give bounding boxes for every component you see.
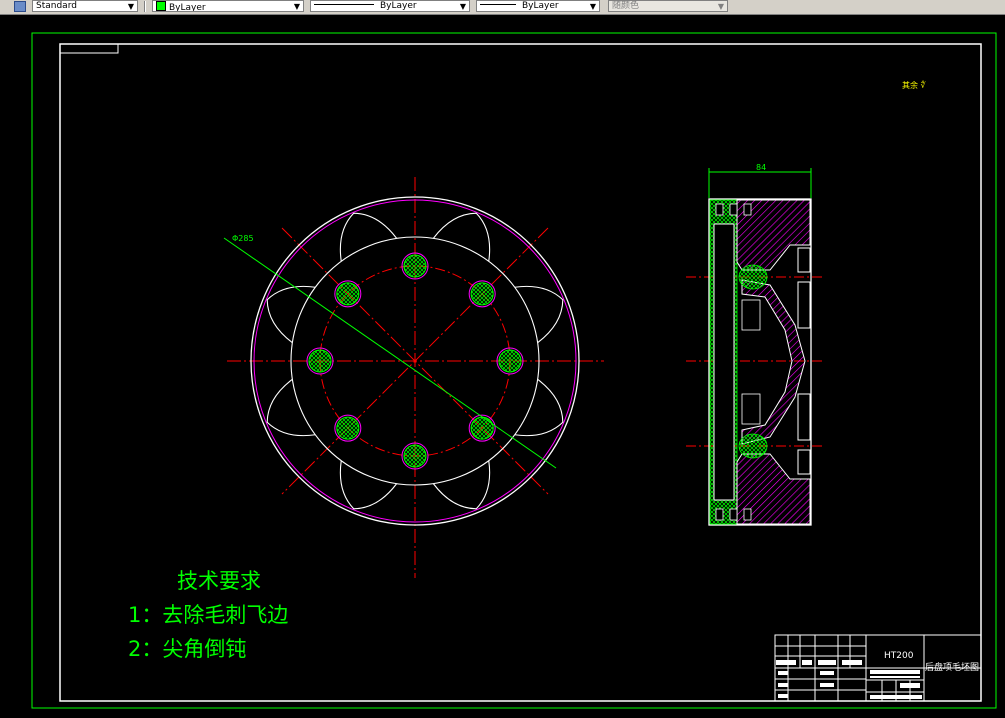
properties-toolbar: Standard ▼ ByLayer ▼ ByLayer ▼ ByLayer ▼…: [0, 0, 1005, 15]
bolt-hole: [401, 442, 429, 470]
lineweight-sample: [480, 4, 516, 5]
cooling-slot: [514, 285, 564, 344]
cooling-slot: [432, 460, 491, 510]
tech-req-item-2: 2：尖角倒钝: [128, 637, 247, 661]
linetype-value: ByLayer: [380, 1, 417, 11]
layer-color-swatch: [156, 1, 166, 11]
plot-style-value: 随颜色: [612, 1, 640, 11]
cooling-slot: [266, 285, 316, 344]
lineweight-value: ByLayer: [522, 1, 559, 11]
diameter-dim-text: Φ285: [232, 234, 254, 243]
bolt-hole: [468, 280, 496, 308]
toolbar-separator: [144, 1, 146, 12]
width-dim-text: 84: [756, 163, 766, 172]
bolt-hole: [496, 347, 524, 375]
cooling-slot: [266, 378, 316, 437]
bolt-hole: [401, 252, 429, 280]
plot-style-dropdown[interactable]: 随颜色 ▼: [608, 0, 728, 12]
title-block-material: HT200: [884, 651, 914, 661]
text-style-dropdown[interactable]: Standard ▼: [32, 0, 138, 12]
text-style-icon[interactable]: [14, 1, 26, 12]
chevron-down-icon: ▼: [459, 2, 466, 11]
left-plate-slot: [713, 223, 735, 501]
side-view: 84: [686, 163, 822, 526]
title-block-part-name: 后盘项毛坯图: [925, 661, 979, 673]
bolt-hole: [306, 347, 334, 375]
front-view: Φ285: [223, 177, 604, 578]
layer-dropdown[interactable]: ByLayer ▼: [152, 0, 304, 12]
bolt-hole: [334, 414, 362, 442]
tech-req-item-1: 1：去除毛刺飞边: [128, 603, 289, 627]
chevron-down-icon: ▼: [127, 2, 134, 11]
chevron-down-icon: ▼: [293, 2, 300, 11]
layer-value: ByLayer: [169, 3, 206, 12]
bolt-hole: [468, 414, 496, 442]
corner-box: [59, 43, 119, 54]
text-style-value: Standard: [36, 1, 77, 11]
chevron-down-icon: ▼: [589, 2, 596, 11]
cooling-slot: [339, 460, 398, 510]
linetype-sample: [314, 4, 374, 5]
roughness-note: 其余 ∜: [902, 80, 927, 90]
tech-req-title: 技术要求: [177, 569, 261, 593]
linetype-dropdown[interactable]: ByLayer ▼: [310, 0, 470, 12]
bolt-hole: [334, 280, 362, 308]
web-section: [741, 279, 806, 445]
cooling-slot: [339, 212, 398, 262]
cooling-slot: [514, 378, 564, 437]
lineweight-dropdown[interactable]: ByLayer ▼: [476, 0, 600, 12]
chevron-down-icon: ▼: [717, 2, 724, 11]
cooling-slot: [432, 212, 491, 262]
